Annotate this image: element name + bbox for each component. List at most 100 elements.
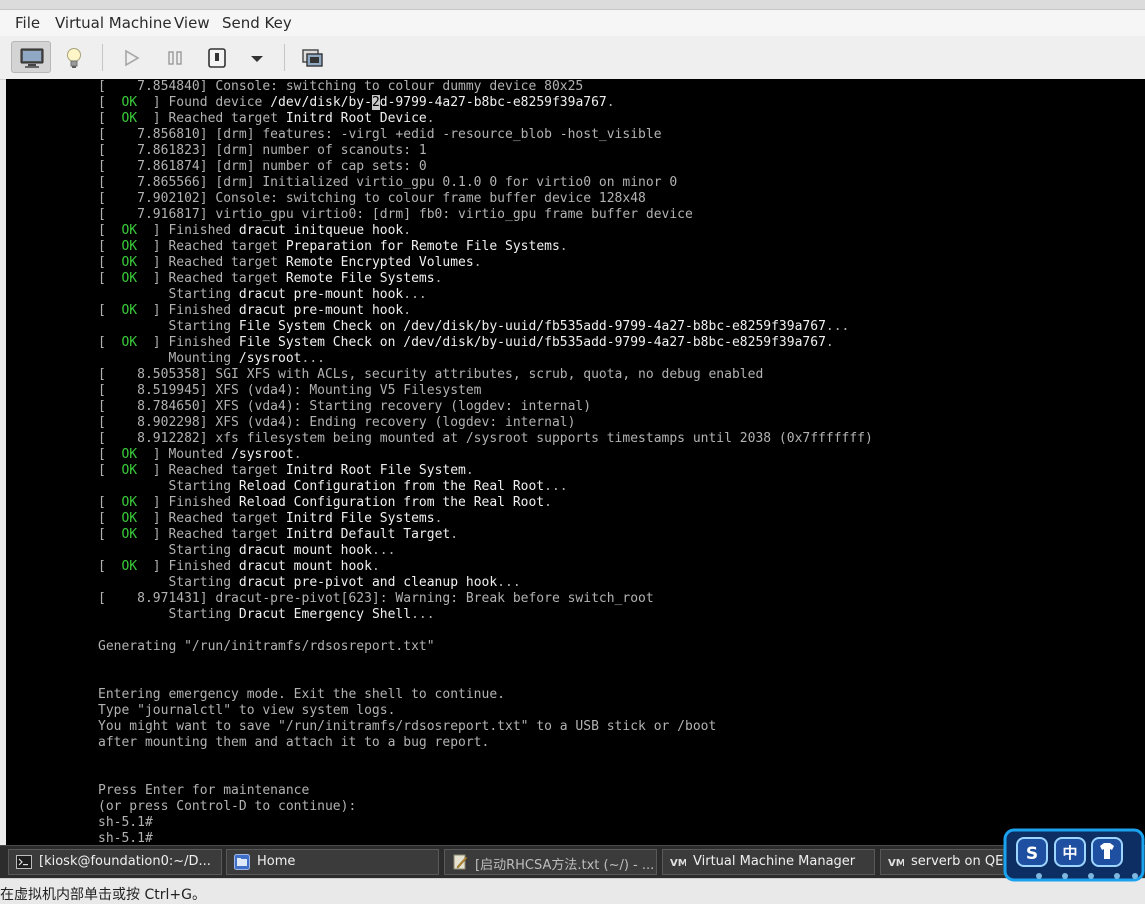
ok-status: OK: [121, 527, 138, 542]
console-text: ] Finished: [137, 223, 239, 238]
console-text: [ 7.916817] virtio_gpu virtio0: [drm] fb…: [98, 207, 693, 222]
console-text: [ 8.902298] XFS (vda4): Ending recovery …: [98, 415, 576, 430]
play-icon: [125, 49, 140, 67]
ok-status: OK: [121, 463, 138, 478]
console-text: [ 8.505358] SGI XFS with ACLs, security …: [98, 367, 764, 382]
console-line: Entering emergency mode. Exit the shell …: [98, 687, 873, 703]
taskbar-item-terminal[interactable]: [kiosk@foundation0:~/D...: [8, 849, 222, 875]
console-text: ] Reached target: [137, 255, 286, 270]
console-text: ...: [825, 319, 850, 334]
console-text: File System Check on /dev/disk/by-uuid/f…: [238, 319, 826, 334]
menu-send-key[interactable]: Send Key: [222, 14, 292, 32]
svg-text:S: S: [1026, 844, 1038, 864]
console-text: [ 8.971431] dracut-pre-pivot[623]: Warni…: [98, 591, 654, 606]
console-button[interactable]: [11, 41, 51, 73]
console-text: [ 7.861823] [drm] number of scanouts: 1: [98, 143, 427, 158]
console-text: ...: [371, 543, 396, 558]
console-text: [: [98, 271, 122, 286]
run-button[interactable]: [111, 41, 151, 73]
details-button[interactable]: [54, 41, 94, 73]
console-text: ...: [497, 575, 521, 590]
console-line: [ OK ] Finished dracut initqueue hook.: [98, 223, 873, 239]
console-text: d-9799-4a27-b8bc-e8259f39a767: [379, 95, 607, 110]
console-text: ] Finished: [137, 335, 239, 350]
console-text: ...: [411, 607, 435, 622]
console-text: Initrd Default Target: [285, 527, 451, 542]
console-text: [: [98, 495, 122, 510]
console-line: [ OK ] Finished dracut mount hook.: [98, 559, 873, 575]
ok-status: OK: [121, 447, 138, 462]
console-text: Remote File Systems: [285, 271, 435, 286]
shutdown-menu-button[interactable]: [237, 41, 277, 73]
snapshots-button[interactable]: [292, 41, 332, 73]
ok-status: OK: [121, 335, 138, 350]
console-text: /sysroot: [238, 351, 302, 366]
taskbar-item-label: [kiosk@foundation0:~/D...: [39, 854, 211, 869]
console-text: sh-5.1#: [98, 831, 153, 845]
ok-status: OK: [121, 303, 138, 318]
svg-text:中: 中: [1062, 844, 1077, 862]
console-line: Starting Dracut Emergency Shell...: [98, 607, 873, 623]
console-line: [ 7.916817] virtio_gpu virtio0: [drm] fb…: [98, 207, 873, 223]
taskbar-item-virt-manager[interactable]: VM Virtual Machine Manager: [662, 849, 875, 875]
console-text: [ 7.902102] Console: switching to colour…: [98, 191, 646, 206]
menu-view[interactable]: View: [174, 14, 210, 32]
pause-button[interactable]: [155, 41, 195, 73]
console-text: after mounting them and attach it to a b…: [98, 735, 490, 750]
ok-status: OK: [121, 95, 138, 110]
ok-status: OK: [121, 223, 138, 238]
ok-status: OK: [121, 111, 138, 126]
console-text: Initrd File Systems: [285, 511, 435, 526]
console-line: [ 8.784650] XFS (vda4): Starting recover…: [98, 399, 873, 415]
status-bar: 在虚拟机内部单击或按 Ctrl+G。: [0, 878, 1145, 904]
console-text: ] Finished: [137, 559, 239, 574]
text-editor-icon: [453, 854, 468, 870]
console-line: [ 8.912282] xfs filesystem being mounted…: [98, 431, 873, 447]
console-line: [ 7.861874] [drm] number of cap sets: 0: [98, 159, 873, 175]
console-text: [ 7.865566] [drm] Initialized virtio_gpu…: [98, 175, 678, 190]
console-text: [: [98, 255, 122, 270]
console-text: [ 8.519945] XFS (vda4): Mounting V5 File…: [98, 383, 482, 398]
taskbar-item-label: Home: [257, 854, 296, 869]
snapshot-icon: [302, 49, 323, 67]
ime-toolbar[interactable]: S 中: [1003, 826, 1145, 882]
taskbar-item-text-editor[interactable]: [启动RHCSA方法.txt (~/) - ...: [444, 849, 657, 875]
console-text: Starting: [98, 287, 239, 302]
console-text: ] Reached target: [137, 527, 286, 542]
console-text: dracut mount hook: [238, 543, 372, 558]
console-text: ] Mounted: [137, 447, 232, 462]
ime-toolbar-graphic: S 中: [1003, 828, 1145, 882]
console-text: .: [371, 559, 380, 574]
console-line: Starting File System Check on /dev/disk/…: [98, 319, 873, 335]
window-title-strip: [0, 0, 1145, 10]
toolbar-separator: [284, 44, 285, 71]
console-text: ...: [403, 287, 427, 302]
chevron-down-icon: [251, 56, 263, 62]
status-hint: 在虚拟机内部单击或按 Ctrl+G。: [0, 887, 206, 903]
console-text: .: [465, 463, 474, 478]
console-text: [: [98, 95, 122, 110]
console-line: [ 7.854840] Console: switching to colour…: [98, 79, 873, 95]
console-line: sh-5.1#: [98, 815, 873, 831]
console-text: [: [98, 527, 122, 542]
console-text: Entering emergency mode. Exit the shell …: [98, 687, 505, 702]
vm-console-display[interactable]: [ 7.854840] Console: switching to colour…: [6, 79, 1145, 845]
console-text: ] Reached target: [137, 463, 286, 478]
menu-virtual-machine[interactable]: Virtual Machine: [55, 14, 172, 32]
taskbar-item-serverb[interactable]: VM serverb on QEMU: [880, 849, 1010, 875]
taskbar-item-home[interactable]: Home: [226, 849, 439, 875]
menu-file[interactable]: File: [15, 14, 40, 32]
ok-status: OK: [121, 271, 138, 286]
console-text: Starting: [98, 543, 239, 558]
console-line: [ OK ] Reached target Initrd Default Tar…: [98, 527, 873, 543]
ok-status: OK: [121, 495, 138, 510]
console-text: .: [426, 111, 435, 126]
console-text: File System Check on /dev/disk/by-uuid/f…: [238, 335, 826, 350]
console-text: ...: [301, 351, 325, 366]
console-line: [ 7.865566] [drm] Initialized virtio_gpu…: [98, 175, 873, 191]
console-text: Initrd Root Device: [285, 111, 427, 126]
console-text: .: [403, 303, 412, 318]
shutdown-button[interactable]: [197, 41, 237, 73]
